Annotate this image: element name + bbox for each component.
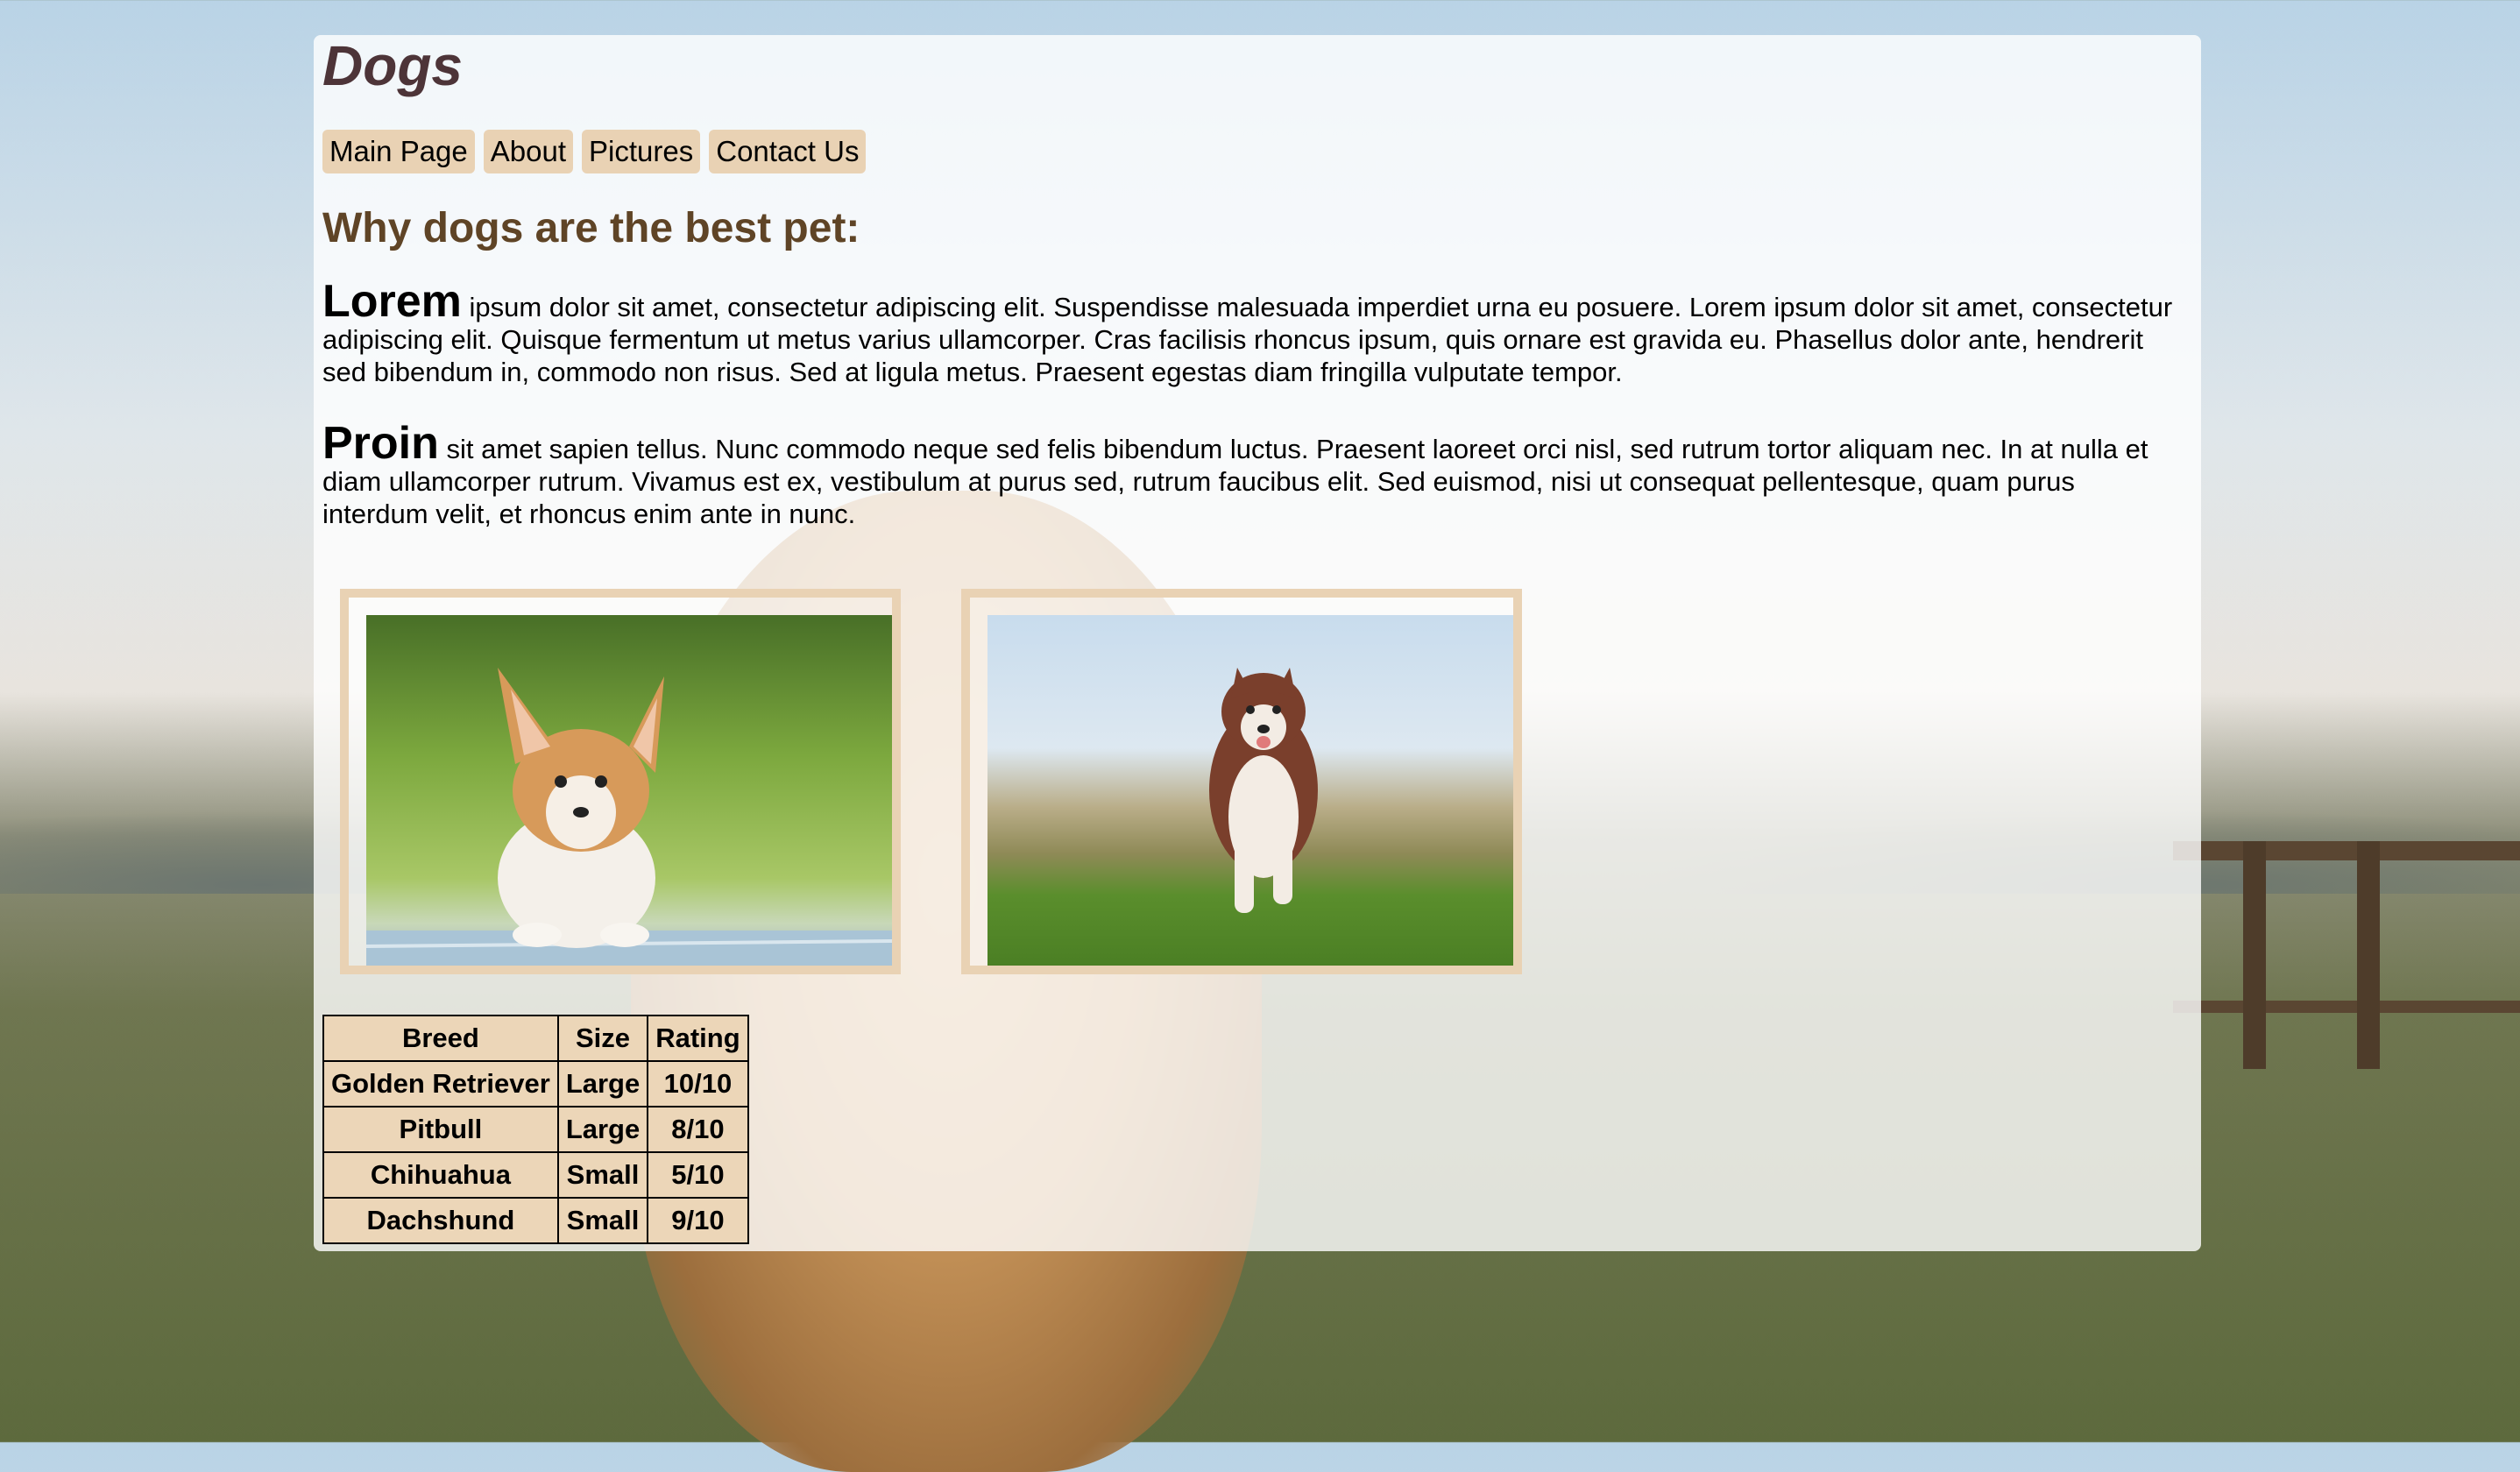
- section-heading: Why dogs are the best pet:: [322, 205, 860, 251]
- table-cell: 5/10: [647, 1151, 749, 1199]
- photo-frame-husky: [961, 589, 1522, 974]
- table-cell: Dachshund: [322, 1197, 559, 1244]
- corgi-puppy-image: [366, 615, 892, 966]
- table-cell: Pitbull: [322, 1106, 559, 1153]
- paragraph-text: ipsum dolor sit amet, consectetur adipis…: [322, 292, 2173, 387]
- table-cell: 9/10: [647, 1197, 749, 1244]
- paragraph-lead: Proin: [322, 418, 439, 469]
- column-header: Size: [556, 1015, 649, 1062]
- main-nav: Main Page About Pictures Contact Us: [322, 130, 867, 173]
- nav-about[interactable]: About: [483, 130, 574, 173]
- husky-running-image: [987, 615, 1513, 966]
- background-fence: [2173, 841, 2520, 1013]
- column-header: Rating: [647, 1015, 749, 1062]
- corgi-illustration: [366, 668, 892, 966]
- table-row: Pitbull Large 8/10: [322, 1106, 749, 1153]
- paragraph-lead: Lorem: [322, 276, 462, 327]
- table-cell: Large: [556, 1060, 649, 1108]
- background-fence-post: [2243, 841, 2266, 1069]
- photo-frame-corgi: [340, 589, 901, 974]
- table-cell: Small: [556, 1197, 649, 1244]
- table-cell: Chihuahua: [322, 1151, 559, 1199]
- nav-contact-us[interactable]: Contact Us: [709, 130, 867, 173]
- content-panel: Dogs Main Page About Pictures Contact Us…: [314, 35, 2201, 1251]
- paragraph-lorem: Lorem ipsum dolor sit amet, consectetur …: [322, 279, 2180, 388]
- site-title: Dogs: [322, 34, 463, 97]
- table-cell: Small: [556, 1151, 649, 1199]
- breed-table: Breed Size Rating Golden Retriever Large…: [322, 1015, 749, 1244]
- table-cell: 10/10: [647, 1060, 749, 1108]
- nav-main-page[interactable]: Main Page: [322, 130, 475, 173]
- table-row: Golden Retriever Large 10/10: [322, 1060, 749, 1108]
- table-header-row: Breed Size Rating: [322, 1015, 749, 1062]
- paragraph-text: sit amet sapien tellus. Nunc commodo neq…: [322, 434, 2148, 529]
- table-cell: Large: [556, 1106, 649, 1153]
- column-header: Breed: [322, 1015, 559, 1062]
- husky-illustration: [1209, 668, 1318, 913]
- background-fence-post: [2357, 841, 2380, 1069]
- table-row: Chihuahua Small 5/10: [322, 1151, 749, 1199]
- table-cell: 8/10: [647, 1106, 749, 1153]
- paragraph-proin: Proin sit amet sapien tellus. Nunc commo…: [322, 421, 2180, 530]
- table-row: Dachshund Small 9/10: [322, 1197, 749, 1244]
- nav-pictures[interactable]: Pictures: [582, 130, 701, 173]
- table-cell: Golden Retriever: [322, 1060, 559, 1108]
